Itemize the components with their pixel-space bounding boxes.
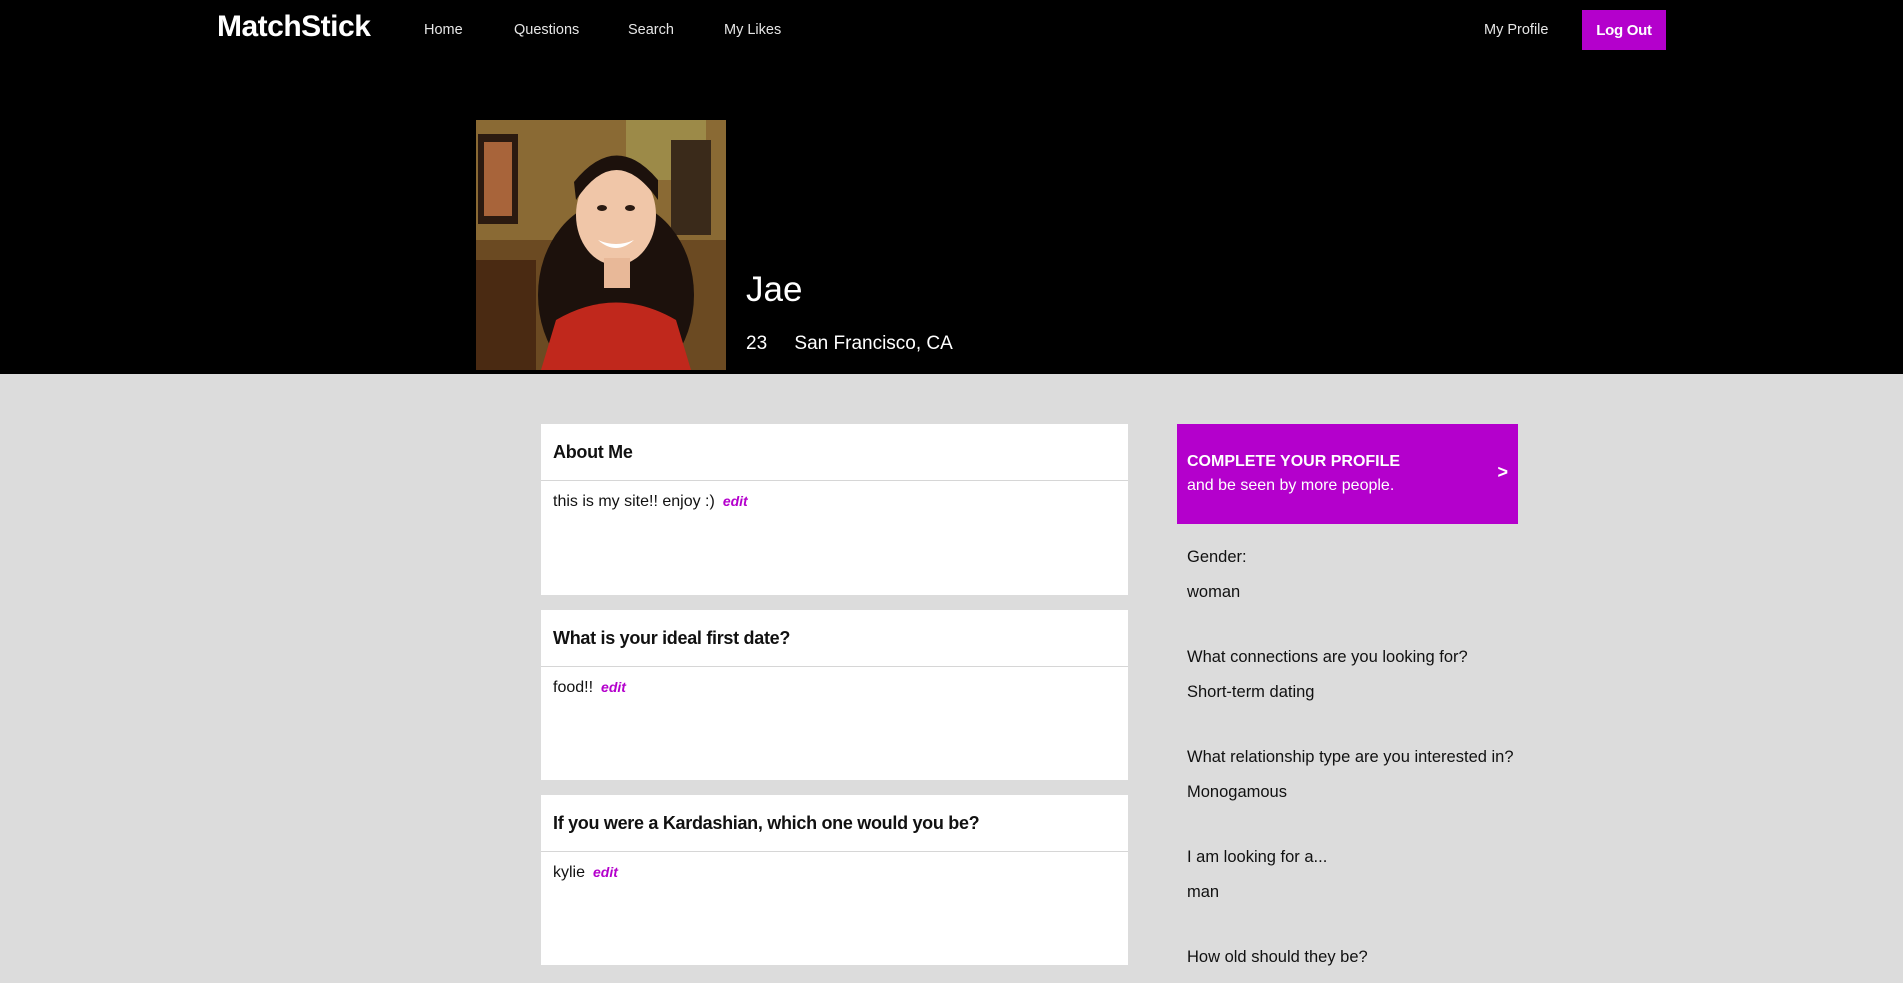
profile-photo-image — [476, 120, 726, 370]
detail-answer: woman — [1187, 583, 1241, 601]
cta-title: COMPLETE YOUR PROFILE — [1187, 453, 1401, 470]
profile-age: 23 — [746, 333, 768, 354]
detail-gender: Gender: woman — [1187, 548, 1547, 602]
detail-age-preference: How old should they be? — [1187, 948, 1547, 983]
card-ideal-first-date: What is your ideal first date? food!! edi… — [541, 610, 1128, 780]
card-title: What is your ideal first date? — [541, 610, 1128, 667]
profile-name: Jae — [746, 270, 803, 309]
detail-question: How old should they be? — [1187, 948, 1368, 966]
detail-question: I am looking for a... — [1187, 848, 1328, 866]
detail-relationship-type: What relationship type are you intereste… — [1187, 748, 1547, 802]
detail-question: Gender: — [1187, 548, 1247, 566]
logout-button[interactable]: Log Out — [1582, 10, 1666, 50]
site-logo[interactable]: MatchStick — [217, 10, 371, 44]
card-body: food!! edit — [541, 667, 1128, 709]
chevron-right-icon: > — [1497, 462, 1508, 482]
card-answer: kylie — [553, 864, 586, 881]
nav-my-likes[interactable]: My Likes — [724, 22, 781, 38]
nav-home[interactable]: Home — [424, 22, 463, 38]
profile-header — [0, 0, 1903, 374]
edit-link[interactable]: edit — [601, 679, 626, 695]
card-kardashian: If you were a Kardashian, which one woul… — [541, 795, 1128, 965]
nav-search[interactable]: Search — [628, 22, 674, 38]
card-title: About Me — [541, 424, 1128, 481]
card-about-me: About Me this is my site!! enjoy :) edit — [541, 424, 1128, 595]
profile-location: San Francisco, CA — [794, 333, 953, 354]
card-body: this is my site!! enjoy :) edit — [541, 481, 1128, 523]
detail-question: What connections are you looking for? — [1187, 648, 1468, 666]
cta-subtitle: and be seen by more people. — [1187, 477, 1395, 494]
card-answer: this is my site!! enjoy :) — [553, 493, 715, 510]
edit-link[interactable]: edit — [593, 864, 618, 880]
profile-photo[interactable] — [476, 120, 726, 370]
nav-questions[interactable]: Questions — [514, 22, 579, 38]
nav-my-profile[interactable]: My Profile — [1484, 22, 1548, 38]
detail-question: What relationship type are you intereste… — [1187, 748, 1514, 766]
card-body: kylie edit — [541, 852, 1128, 894]
profile-meta: 23 San Francisco, CA — [746, 333, 953, 355]
detail-looking-for: I am looking for a... man — [1187, 848, 1547, 902]
detail-answer: man — [1187, 883, 1220, 901]
detail-answer: Monogamous — [1187, 783, 1287, 801]
complete-profile-banner[interactable]: COMPLETE YOUR PROFILE and be seen by mor… — [1177, 424, 1518, 524]
edit-link[interactable]: edit — [723, 493, 748, 509]
card-answer: food!! — [553, 679, 594, 696]
card-title: If you were a Kardashian, which one woul… — [541, 795, 1128, 852]
detail-connections: What connections are you looking for? Sh… — [1187, 648, 1547, 702]
detail-answer: Short-term dating — [1187, 683, 1315, 701]
